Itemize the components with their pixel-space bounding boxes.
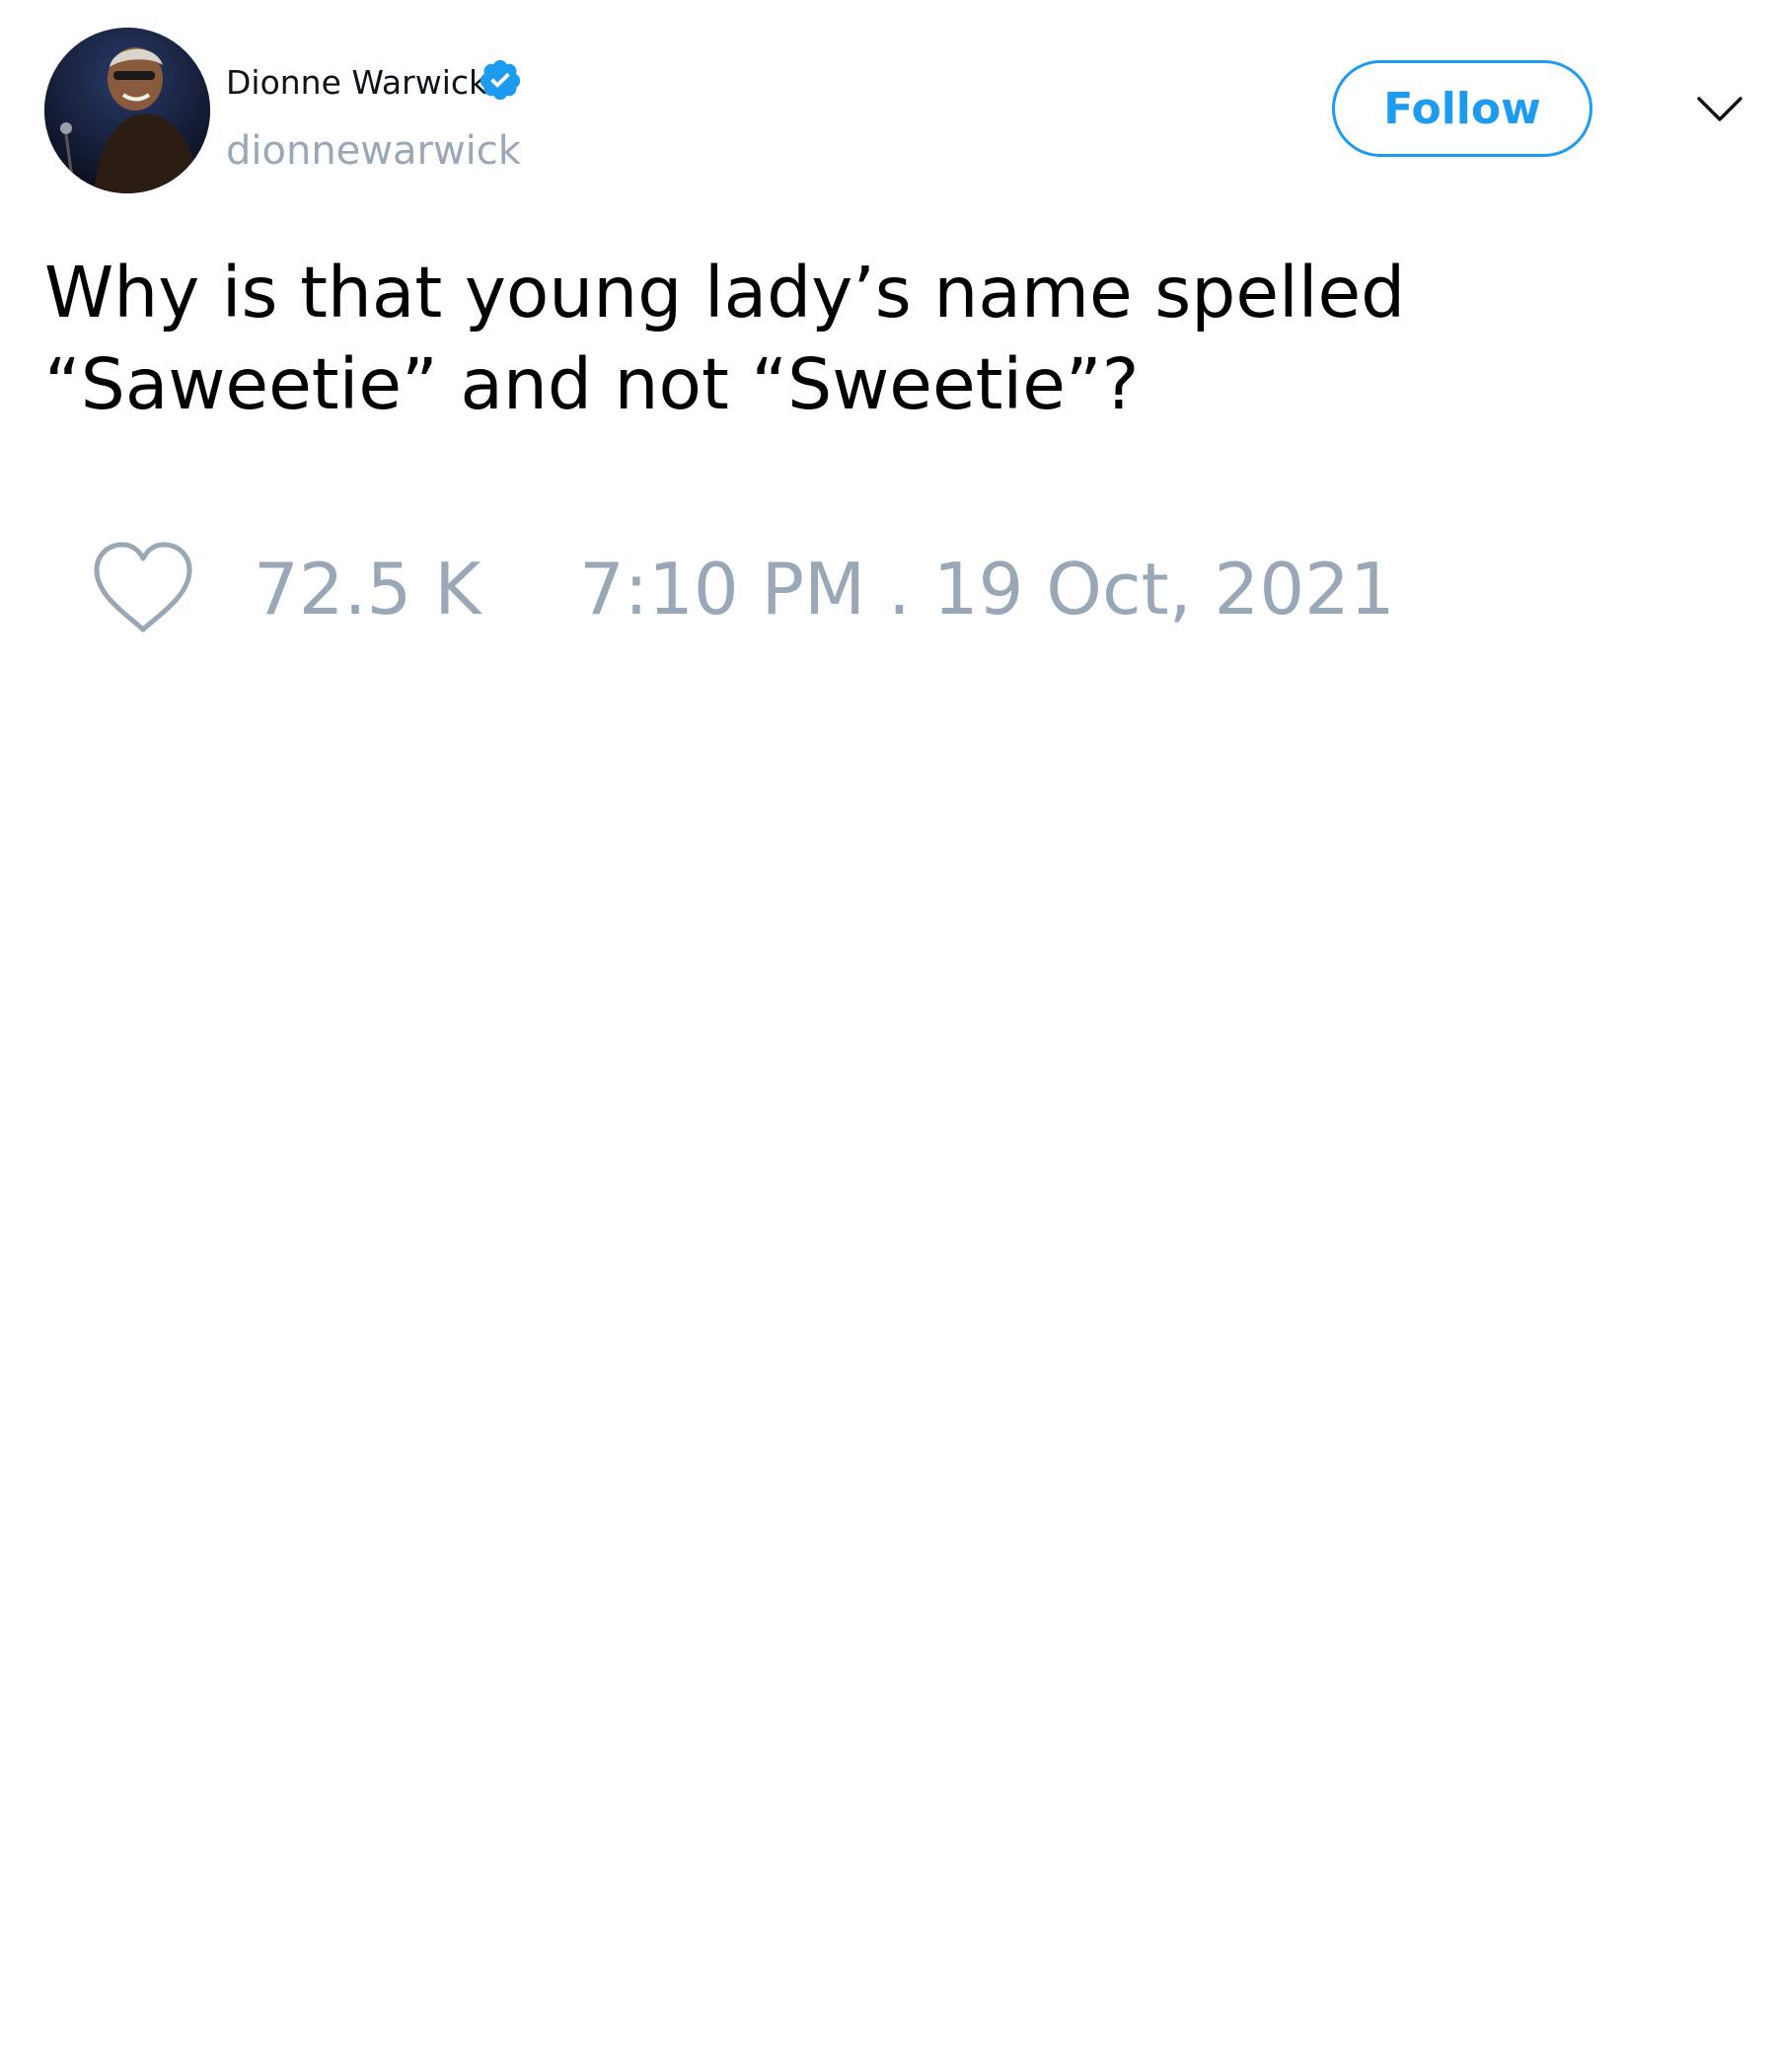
tweet-text-line: Why is that young lady’s name spelled xyxy=(44,252,1406,333)
follow-button[interactable]: Follow xyxy=(1332,60,1592,157)
tweet-text-line: “Saweetie” and not “Sweetie”? xyxy=(44,343,1140,425)
chevron-down-icon[interactable] xyxy=(1695,91,1744,126)
tweet-card: Dionne Warwick dionnewarwick Follow Why … xyxy=(0,0,1776,2072)
display-name[interactable]: Dionne Warwick xyxy=(226,63,487,103)
user-handle[interactable]: dionnewarwick xyxy=(226,128,521,174)
heart-outline-icon[interactable] xyxy=(89,539,197,637)
tweet-text: Why is that young lady’s name spelled “S… xyxy=(44,247,1524,430)
avatar[interactable] xyxy=(44,28,210,193)
avatar-photo xyxy=(44,28,210,193)
tweet-timestamp[interactable]: 7:10 PM . 19 Oct, 2021 xyxy=(579,550,1395,629)
like-count: 72.5 K xyxy=(254,548,481,630)
verified-badge-icon xyxy=(480,59,521,101)
